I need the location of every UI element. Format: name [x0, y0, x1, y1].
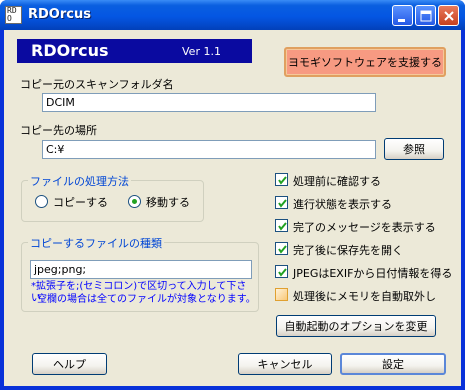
cancel-button[interactable]: キャンセル — [238, 353, 332, 375]
close-icon — [444, 11, 454, 21]
window-title: RDOrcus — [28, 7, 91, 22]
file-types-input[interactable]: jpeg;png; — [30, 260, 252, 279]
radio-move-label: 移動する — [146, 196, 190, 209]
destination-input[interactable]: C:¥ — [42, 140, 376, 159]
file-handling-group: ファイルの処理方法 コピーする 移動する — [21, 173, 204, 222]
help-button[interactable]: ヘルプ — [32, 353, 107, 375]
dialog-body: RDOrcus Ver 1.1 ヨモギソフトウェアを支援する コピー元のスキャン… — [4, 30, 461, 386]
checkmark-icon — [278, 245, 287, 254]
checkmark-icon — [278, 199, 287, 208]
app-window: RD O RDOrcus RDOrcus Ver 1.1 ヨモギソフトウェアを支… — [0, 0, 465, 390]
app-icon-line-2: O — [7, 14, 12, 23]
checkmark-icon — [278, 268, 287, 277]
option-progress-checkbox[interactable] — [275, 196, 288, 209]
file-types-title: コピーするファイルの種類 — [28, 235, 164, 251]
app-banner: RDOrcus Ver 1.1 — [17, 39, 252, 63]
banner-version: Ver 1.1 — [182, 45, 221, 58]
title-bar[interactable]: RD O RDOrcus — [0, 0, 465, 30]
option-message-label: 完了のメッセージを表示する — [293, 221, 436, 234]
close-button[interactable] — [438, 5, 459, 26]
file-handling-title: ファイルの処理方法 — [28, 173, 131, 189]
option-exif-checkbox[interactable] — [275, 265, 288, 278]
maximize-button[interactable] — [415, 5, 436, 26]
option-message-checkbox[interactable] — [275, 219, 288, 232]
minimize-button[interactable] — [392, 5, 413, 26]
source-folder-input[interactable]: DCIM — [42, 93, 376, 112]
ok-button[interactable]: 設定 — [340, 353, 446, 375]
app-icon: RD O — [5, 6, 22, 24]
destination-label: コピー先の場所 — [20, 124, 97, 137]
autostart-options-button[interactable]: 自動起動のオプションを変更 — [276, 315, 436, 337]
radio-copy-label: コピーする — [53, 196, 108, 209]
checkmark-icon — [278, 222, 287, 231]
radio-copy[interactable] — [35, 195, 48, 208]
option-confirm-checkbox[interactable] — [275, 173, 288, 186]
maximize-icon — [420, 10, 432, 22]
source-folder-label: コピー元のスキャンフォルダ名 — [20, 78, 174, 91]
option-eject-label: 処理後にメモリを自動取外し — [293, 290, 436, 303]
file-types-hint-2: 空欄の場合は全てのファイルが対象となります。 — [37, 294, 256, 305]
support-button[interactable]: ヨモギソフトウェアを支援する — [284, 47, 446, 77]
file-types-group: コピーするファイルの種類 jpeg;png; *拡張子を;(セミコロン)で区切っ… — [21, 235, 259, 312]
radio-move[interactable] — [128, 195, 141, 208]
checkmark-icon — [278, 176, 287, 185]
option-eject-checkbox[interactable] — [275, 288, 288, 301]
option-open-dest-label: 完了後に保存先を開く — [293, 244, 403, 257]
option-exif-label: JPEGはEXIFから日付情報を得る — [293, 267, 453, 280]
option-confirm-label: 処理前に確認する — [293, 175, 381, 188]
radio-selected-dot — [132, 199, 137, 204]
browse-button[interactable]: 参照 — [384, 138, 444, 160]
banner-app-name: RDOrcus — [31, 41, 109, 60]
option-open-dest-checkbox[interactable] — [275, 242, 288, 255]
option-progress-label: 進行状態を表示する — [293, 198, 392, 211]
minimize-icon — [398, 19, 405, 22]
